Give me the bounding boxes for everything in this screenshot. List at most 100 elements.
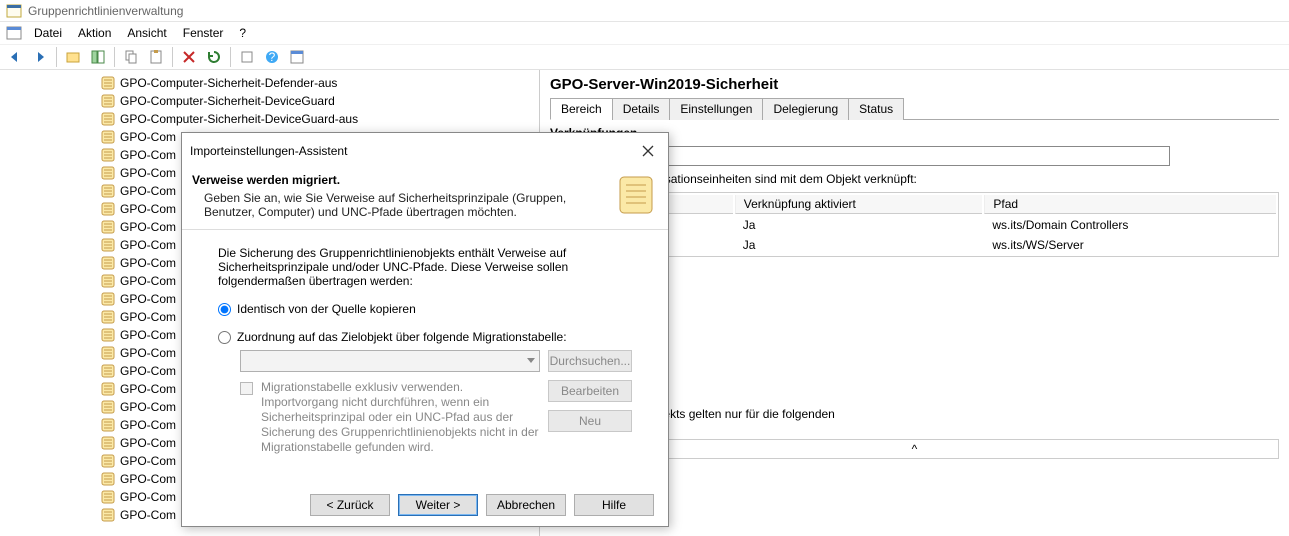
tab-bereich[interactable]: Bereich [550, 98, 613, 120]
tree-item-label: GPO-Computer-Sicherheit-DeviceGuard [120, 94, 335, 108]
wizard-titlebar[interactable]: Importeinstellungen-Assistent [182, 133, 668, 169]
browse-button[interactable]: Durchsuchen... [548, 350, 632, 372]
gpo-scroll-icon [100, 363, 116, 379]
wizard-head-title: Verweise werden migriert. [192, 173, 608, 187]
gpo-scroll-icon [100, 273, 116, 289]
detail-tabs: Bereich Details Einstellungen Delegierun… [550, 97, 1279, 120]
gpo-scroll-icon [100, 399, 116, 415]
tree-item-label: GPO-Com [120, 418, 176, 432]
tree-item-label: GPO-Com [120, 166, 176, 180]
show-hide-tree-button[interactable] [87, 46, 109, 68]
exclusive-checkbox-label: Migrationstabelle exklusiv verwenden. Im… [261, 380, 540, 455]
menu-hilfe[interactable]: ? [231, 24, 254, 42]
col-verknuepfung[interactable]: Verknüpfung aktiviert [735, 195, 983, 214]
toolbar: ? [0, 44, 1289, 70]
tree-item-label: GPO-Com [120, 148, 176, 162]
gpo-scroll-icon [100, 345, 116, 361]
radio-migration-table-label: Zuordnung auf das Zielobjekt über folgen… [237, 330, 567, 344]
import-settings-wizard: Importeinstellungen-Assistent Verweise w… [181, 132, 669, 527]
tree-item-label: GPO-Com [120, 328, 176, 342]
up-button[interactable] [62, 46, 84, 68]
tree-item[interactable]: GPO-Computer-Sicherheit-DeviceGuard-aus [0, 110, 539, 128]
migration-table-combo[interactable] [240, 350, 540, 372]
wizard-buttons: < Zurück Weiter > Abbrechen Hilfe [182, 484, 668, 526]
refresh-button[interactable] [203, 46, 225, 68]
close-icon [642, 145, 654, 157]
radio-copy-source-input[interactable] [218, 303, 231, 316]
gpo-scroll-icon [100, 111, 116, 127]
menubar: Datei Aktion Ansicht Fenster ? [0, 22, 1289, 44]
gpo-scroll-icon [100, 453, 116, 469]
edit-button[interactable]: Bearbeiten [548, 380, 632, 402]
gpo-scroll-icon [100, 237, 116, 253]
wizard-body-text: Die Sicherung des Gruppenrichtlinienobje… [218, 246, 632, 288]
nav-back-button[interactable] [4, 46, 26, 68]
gpo-scroll-icon [100, 201, 116, 217]
tree-item-label: GPO-Com [120, 472, 176, 486]
tab-status[interactable]: Status [848, 98, 904, 120]
gpo-scroll-icon [100, 309, 116, 325]
wizard-title: Importeinstellungen-Assistent [190, 144, 347, 158]
tree-item-label: GPO-Com [120, 256, 176, 270]
tree-item-label: GPO-Com [120, 346, 176, 360]
tree-item-label: GPO-Com [120, 238, 176, 252]
tree-item-label: GPO-Computer-Sicherheit-DeviceGuard-aus [120, 112, 358, 126]
gpo-scroll-icon [100, 165, 116, 181]
gpo-scroll-icon [100, 471, 116, 487]
toolbar-separator [114, 47, 115, 67]
paste-button[interactable] [145, 46, 167, 68]
copy-button[interactable] [120, 46, 142, 68]
detail-heading: GPO-Server-Win2019-Sicherheit [550, 76, 1279, 93]
scroll-icon [614, 173, 658, 217]
wizard-help-button[interactable]: Hilfe [574, 494, 654, 516]
tree-item-label: GPO-Com [120, 382, 176, 396]
col-pfad[interactable]: Pfad [984, 195, 1276, 214]
menu-aktion[interactable]: Aktion [70, 24, 119, 42]
help-button[interactable]: ? [261, 46, 283, 68]
gpo-scroll-icon [100, 129, 116, 145]
tree-item-label: GPO-Com [120, 130, 176, 144]
gpo-scroll-icon [100, 219, 116, 235]
tab-delegierung[interactable]: Delegierung [762, 98, 849, 120]
next-button[interactable]: Weiter > [398, 494, 478, 516]
gpo-scroll-icon [100, 255, 116, 271]
radio-copy-source[interactable]: Identisch von der Quelle kopieren [218, 302, 632, 316]
tab-einstellungen[interactable]: Einstellungen [669, 98, 763, 120]
menu-ansicht[interactable]: Ansicht [119, 24, 174, 42]
tree-item-label: GPO-Com [120, 202, 176, 216]
cancel-button[interactable]: Abbrechen [486, 494, 566, 516]
menu-datei[interactable]: Datei [26, 24, 70, 42]
export-list-button[interactable] [236, 46, 258, 68]
properties-button[interactable] [286, 46, 308, 68]
domain-input[interactable] [610, 146, 1170, 166]
tree-item[interactable]: GPO-Computer-Sicherheit-DeviceGuard [0, 92, 539, 110]
tree-item-label: GPO-Com [120, 310, 176, 324]
wizard-header: Verweise werden migriert. Geben Sie an, … [182, 169, 668, 230]
tree-item-label: GPO-Computer-Sicherheit-Defender-aus [120, 76, 337, 90]
gpo-scroll-icon [100, 417, 116, 433]
radio-migration-table[interactable]: Zuordnung auf das Zielobjekt über folgen… [218, 330, 632, 344]
toolbar-separator [230, 47, 231, 67]
menu-fenster[interactable]: Fenster [175, 24, 232, 42]
window-title: Gruppenrichtlinienverwaltung [28, 4, 183, 18]
tree-item[interactable]: GPO-Computer-Sicherheit-Defender-aus [0, 74, 539, 92]
gpo-scroll-icon [100, 183, 116, 199]
mmc-icon [6, 25, 22, 41]
new-button[interactable]: Neu [548, 410, 632, 432]
gpo-scroll-icon [100, 147, 116, 163]
back-button[interactable]: < Zurück [310, 494, 390, 516]
tree-item-label: GPO-Com [120, 490, 176, 504]
radio-migration-table-input[interactable] [218, 331, 231, 344]
wizard-head-sub: Geben Sie an, wie Sie Verweise auf Siche… [192, 191, 608, 219]
nav-forward-button[interactable] [29, 46, 51, 68]
tree-item-label: GPO-Com [120, 508, 176, 522]
gpo-scroll-icon [100, 291, 116, 307]
window-titlebar: Gruppenrichtlinienverwaltung [0, 0, 1289, 22]
tree-item-label: GPO-Com [120, 454, 176, 468]
delete-button[interactable] [178, 46, 200, 68]
tab-details[interactable]: Details [612, 98, 671, 120]
toolbar-separator [172, 47, 173, 67]
exclusive-checkbox[interactable] [240, 382, 253, 395]
tree-item-label: GPO-Com [120, 436, 176, 450]
close-button[interactable] [636, 139, 660, 163]
